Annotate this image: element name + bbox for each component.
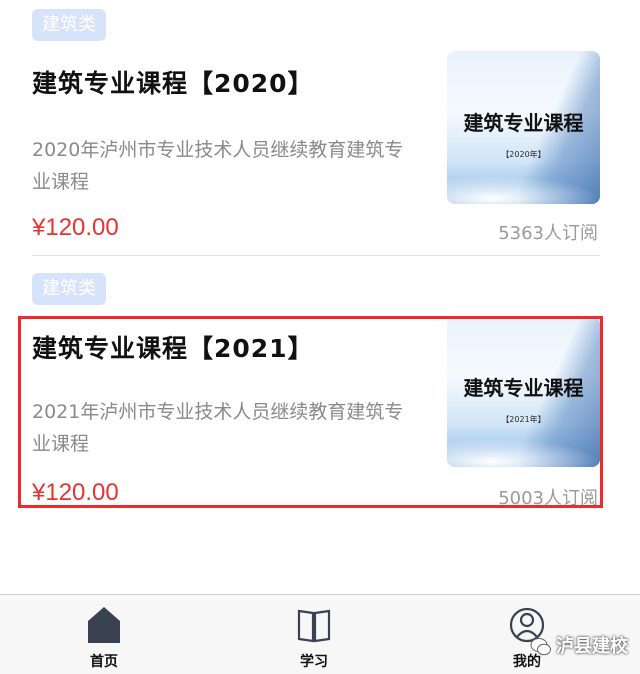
home-icon [88, 607, 120, 643]
tab-label: 首页 [90, 654, 118, 670]
subscriber-count: 5363人订阅 [498, 223, 598, 244]
tab-label: 学习 [300, 654, 328, 670]
wechat-icon [530, 638, 551, 656]
course-card-2020[interactable]: 建筑类 建筑专业课程【2020】 2020年泸州市专业技术人员继续教育建筑专业课… [0, 0, 640, 255]
category-tag: 建筑类 [32, 9, 106, 41]
course-cover-image: 建筑专业课程 【2020年】 [447, 51, 600, 204]
tab-home[interactable]: 首页 [44, 595, 164, 674]
cover-title: 建筑专业课程 [463, 111, 584, 135]
category-tag: 建筑类 [32, 273, 106, 305]
highlight-box [18, 316, 603, 508]
course-title: 建筑专业课程【2020】 [32, 69, 314, 98]
book-icon [297, 609, 331, 643]
watermark: 泸县建校 [530, 632, 628, 657]
watermark-text: 泸县建校 [556, 636, 628, 657]
cover-year: 【2020年】 [501, 150, 546, 159]
tab-study[interactable]: 学习 [254, 595, 374, 674]
course-description: 2020年泸州市专业技术人员继续教育建筑专业课程 [32, 139, 404, 193]
course-price: ¥120.00 [32, 214, 119, 241]
cover-cloud [447, 176, 600, 204]
